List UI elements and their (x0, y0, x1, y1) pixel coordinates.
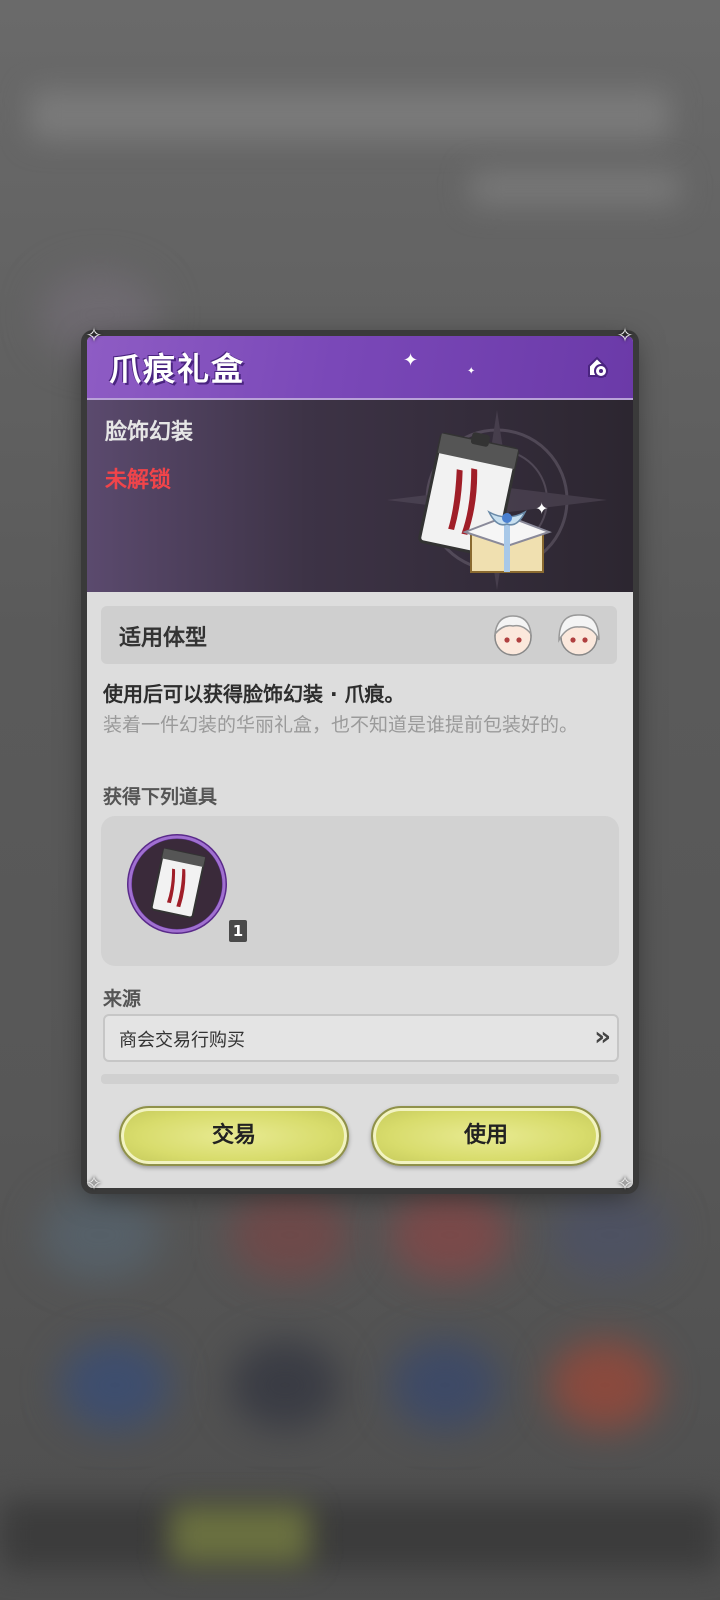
sparkle-icon: ✦ (467, 366, 476, 377)
corner-ornament-icon: ✧ (85, 323, 103, 347)
item-description: 使用后可以获得脸饰幻装 · 爪痕。 (103, 682, 405, 706)
body-type-label: 适用体型 (119, 626, 208, 651)
claw-gift-box-icon: ✦ (418, 432, 552, 573)
rewards-label: 获得下列道具 (103, 786, 218, 808)
item-category: 脸饰幻装 (105, 420, 194, 445)
item-hero-panel: 脸饰幻装 未解锁 ✦ (87, 400, 633, 592)
avatar-male-icon (493, 615, 533, 656)
reward-count: 1 (229, 920, 247, 942)
svg-text:✦: ✦ (535, 499, 548, 518)
item-detail-dialog: 爪痕礼盒 ✦ ✦ 脸饰幻装 未解锁 ✦ 适用体型 使用后可以获得脸饰幻装 · 爪… (87, 336, 633, 1188)
lock-status: 未解锁 (105, 468, 172, 493)
source-shop-link[interactable]: 商会交易行购买 » (103, 1014, 619, 1062)
source-label: 来源 (103, 988, 142, 1010)
trade-button[interactable]: 交易 (119, 1106, 349, 1166)
body-type-row: 适用体型 (101, 606, 617, 664)
dialog-title: 爪痕礼盒 (109, 350, 246, 388)
reward-item[interactable]: 1 (125, 832, 247, 942)
sparkle-icon: ✦ (403, 350, 419, 371)
item-flavor-text: 装着一件幻装的华丽礼盒，也不知道是谁提前包装好的。 (103, 714, 579, 736)
corner-ornament-icon: ✧ (616, 323, 634, 347)
double-chevron-right-icon: » (594, 1022, 611, 1052)
avatar-female-icon (558, 614, 600, 656)
help-gear-icon[interactable] (583, 354, 611, 380)
rewards-box: 1 (101, 816, 619, 966)
title-bar: 爪痕礼盒 ✦ ✦ (87, 336, 633, 400)
claw-mark-card-icon (127, 834, 227, 934)
divider (101, 1074, 619, 1084)
corner-ornament-icon: ✧ (616, 1171, 634, 1195)
source-item-label: 商会交易行购买 (119, 1030, 245, 1051)
use-button[interactable]: 使用 (371, 1106, 601, 1166)
corner-ornament-icon: ✧ (85, 1171, 103, 1195)
item-detail-body: 适用体型 使用后可以获得脸饰幻装 · 爪痕。 装着一件幻装的华丽礼盒，也不知道是… (87, 592, 633, 1188)
